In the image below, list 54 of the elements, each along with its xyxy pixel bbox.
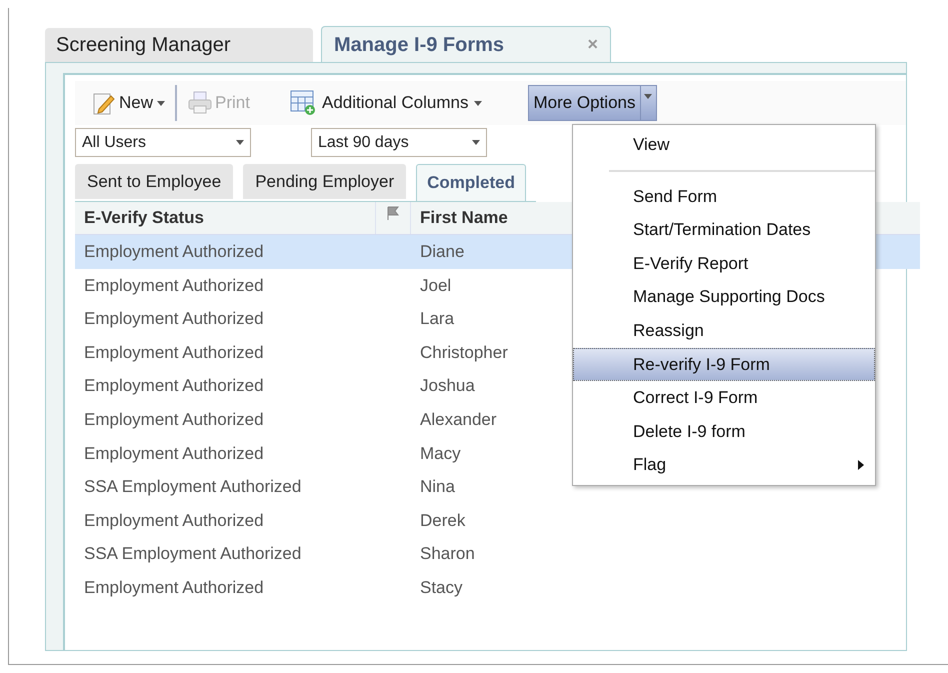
table-cell[interactable]: SSA Employment Authorized bbox=[75, 470, 411, 504]
tab[interactable]: Completed bbox=[416, 164, 526, 201]
more-options-button[interactable]: More Options bbox=[528, 85, 656, 121]
menu-item[interactable]: Delete I-9 form bbox=[573, 414, 875, 448]
table-cell[interactable]: Employment Authorized bbox=[75, 504, 411, 538]
menu-item[interactable]: View bbox=[573, 128, 875, 180]
table-add-icon bbox=[290, 90, 316, 116]
tab[interactable]: Pending Employer bbox=[243, 164, 406, 199]
table-cell[interactable]: Macy bbox=[411, 436, 561, 470]
submenu-arrow-icon bbox=[858, 460, 864, 470]
table-cell[interactable]: Employment Authorized bbox=[75, 369, 411, 403]
table-cell[interactable]: Employment Authorized bbox=[75, 570, 411, 605]
pencil-icon bbox=[93, 91, 115, 115]
caret-icon bbox=[644, 94, 652, 99]
table-cell[interactable]: Stacy bbox=[411, 570, 561, 605]
table-cell[interactable]: Diane bbox=[411, 235, 561, 269]
table-cell[interactable]: Lara bbox=[411, 302, 561, 336]
tab[interactable]: Sent to Employee bbox=[75, 164, 234, 199]
table-cell[interactable]: Employment Authorized bbox=[75, 235, 411, 269]
table-cell[interactable]: Sharon bbox=[411, 537, 561, 571]
table-cell[interactable]: Alexander bbox=[411, 402, 561, 437]
table-cell[interactable]: Joshua bbox=[411, 369, 561, 403]
menu-item[interactable]: Start/Termination Dates bbox=[573, 213, 875, 247]
column-header[interactable]: First Name bbox=[411, 205, 508, 231]
menu-item[interactable]: Reassign bbox=[573, 314, 875, 348]
new-button[interactable]: New bbox=[93, 90, 166, 116]
table-cell[interactable]: Employment Authorized bbox=[75, 302, 411, 336]
additional-columns-button[interactable]: Additional Columns bbox=[290, 90, 482, 116]
caret-icon bbox=[474, 100, 482, 106]
table-cell[interactable]: Employment Authorized bbox=[75, 436, 411, 470]
table-cell[interactable]: Christopher bbox=[411, 336, 561, 370]
printer-icon bbox=[187, 91, 214, 115]
dropdown-caret-icon bbox=[236, 140, 244, 145]
flag-icon bbox=[386, 206, 400, 220]
menu-item[interactable]: Flag bbox=[573, 448, 875, 482]
table-cell[interactable]: Employment Authorized bbox=[75, 336, 411, 370]
table-cell[interactable]: Employment Authorized bbox=[75, 268, 411, 302]
column-header[interactable]: E-Verify Status bbox=[75, 205, 375, 231]
caret-icon bbox=[157, 100, 166, 106]
tab[interactable]: Screening Manager bbox=[45, 28, 313, 62]
filter-dropdown[interactable]: Last 90 days bbox=[311, 128, 487, 157]
table-cell[interactable]: Derek bbox=[411, 504, 561, 538]
table-cell[interactable]: SSA Employment Authorized bbox=[75, 537, 411, 571]
table-cell[interactable]: Employment Authorized bbox=[75, 402, 411, 437]
filter-dropdown[interactable]: All Users bbox=[75, 128, 251, 157]
menu-item[interactable]: Re-verify I-9 Form bbox=[573, 348, 875, 382]
menu-item[interactable]: Send Form bbox=[573, 180, 875, 214]
menu-item[interactable]: Manage Supporting Docs bbox=[573, 280, 875, 314]
table-cell[interactable]: Joel bbox=[411, 268, 561, 302]
menu-item[interactable]: Correct I-9 Form bbox=[573, 381, 875, 415]
menu-item[interactable]: E-Verify Report bbox=[573, 246, 875, 280]
table-cell[interactable]: Nina bbox=[411, 470, 561, 504]
tab[interactable]: Manage I-9 Forms × bbox=[321, 26, 611, 62]
dropdown-caret-icon bbox=[472, 140, 480, 145]
